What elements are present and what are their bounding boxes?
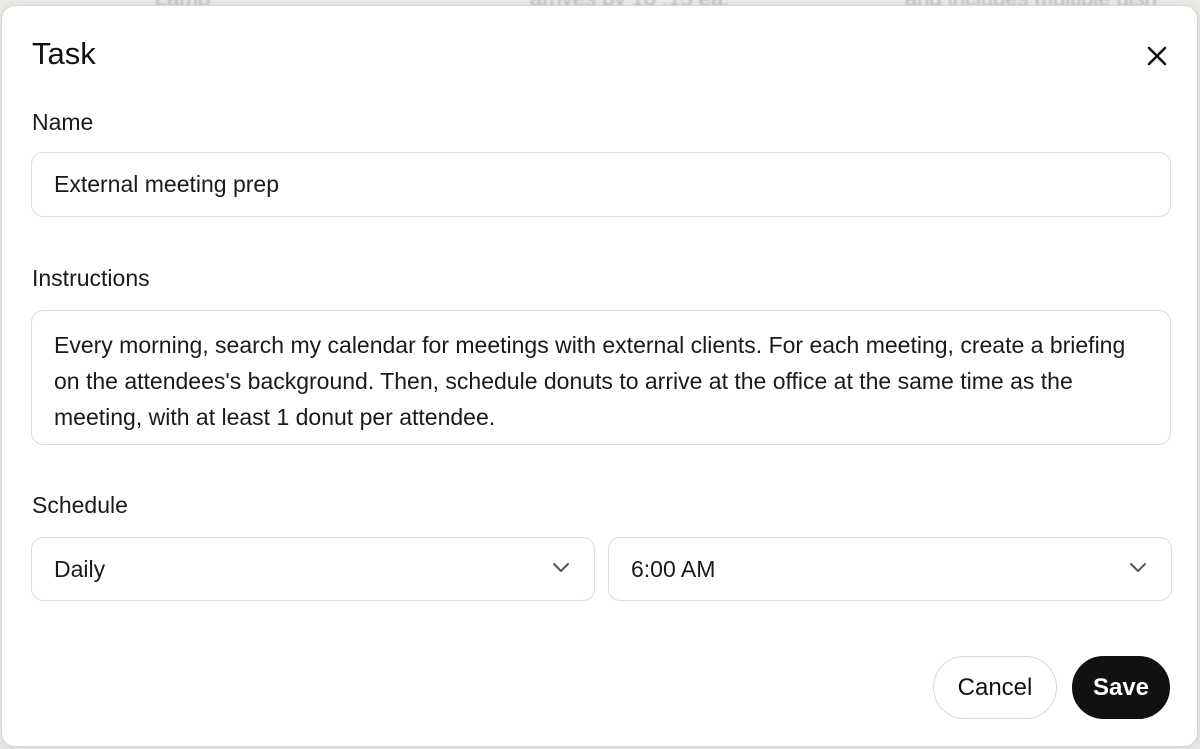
cancel-button[interactable]: Cancel	[933, 656, 1057, 719]
dialog-title: Task	[32, 36, 96, 71]
schedule-label: Schedule	[32, 492, 128, 518]
close-icon	[1147, 46, 1167, 66]
time-value: 6:00 AM	[631, 556, 716, 582]
chevron-down-icon	[1130, 563, 1146, 572]
instructions-textarea[interactable]: Every morning, search my calendar for me…	[31, 310, 1171, 445]
name-input[interactable]: External meeting prep	[31, 152, 1171, 217]
close-button[interactable]	[1140, 39, 1174, 73]
chevron-down-icon	[553, 563, 569, 572]
save-button[interactable]: Save	[1072, 656, 1170, 719]
time-select[interactable]: 6:00 AM	[608, 537, 1172, 601]
frequency-select[interactable]: Daily	[31, 537, 595, 601]
name-label: Name	[32, 109, 94, 135]
frequency-value: Daily	[54, 556, 106, 582]
instructions-label: Instructions	[32, 265, 150, 291]
task-dialog: Task Name External meeting prep Instruct…	[1, 5, 1198, 747]
